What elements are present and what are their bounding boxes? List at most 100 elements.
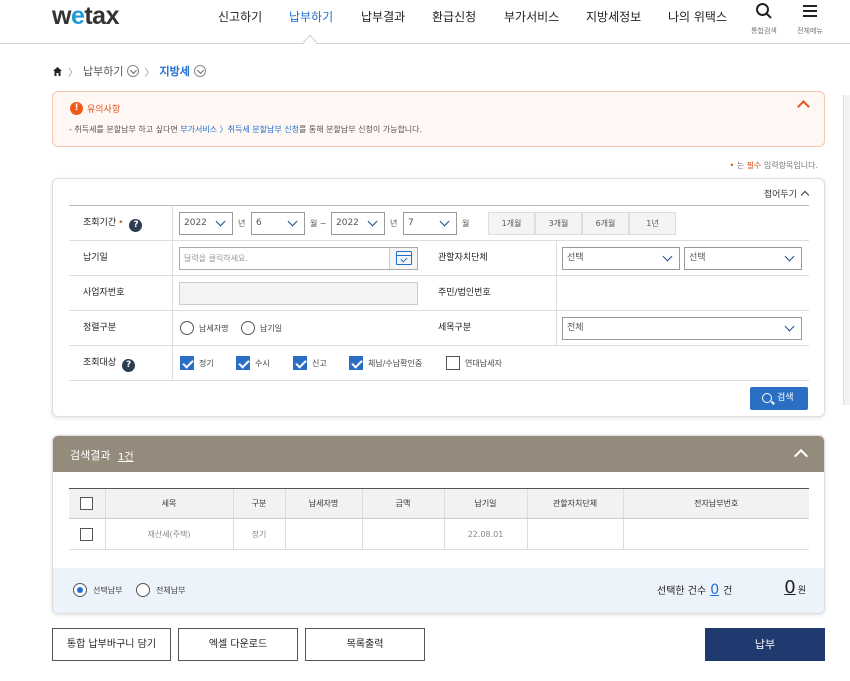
period-label-text: 조회기간 — [83, 218, 117, 228]
fold-toggle[interactable]: 접어두기 — [764, 187, 810, 200]
table-row[interactable]: 재산세(주택) 정기 22.08.01 — [69, 518, 809, 550]
selected-count-label: 선택한 건수 — [657, 586, 707, 597]
required-note: • 는 필수 입력항목입니다. — [729, 160, 818, 171]
target-regular-checkbox[interactable] — [180, 356, 194, 370]
target-joint-checkbox[interactable] — [446, 356, 460, 370]
breadcrumb-sep: 〉 — [68, 67, 78, 79]
chevron-down-icon[interactable] — [127, 65, 140, 77]
notice-msg-suffix: 를 통해 분할납부 신청이 가능합니다. — [298, 125, 423, 134]
cell-tax-item: 재산세(주택) — [104, 518, 233, 550]
target-filing-checkbox[interactable] — [293, 356, 307, 370]
target-filing-label: 신고 — [312, 359, 327, 368]
help-icon[interactable]: ? — [129, 219, 143, 232]
period-label: 조회기간 •? — [69, 206, 143, 240]
selected-amount: 0원 — [784, 577, 806, 598]
to-year-select[interactable]: 2022 — [331, 212, 385, 235]
nav-local-tax-info[interactable]: 지방세정보 — [586, 8, 641, 25]
col-epay-no: 전자납부번호 — [622, 488, 809, 519]
col-type: 구분 — [232, 488, 285, 519]
row-checkbox[interactable] — [80, 527, 94, 541]
search-button-label: 검색 — [777, 393, 794, 403]
add-to-cart-button[interactable]: 통합 납부바구니 담기 — [52, 628, 171, 661]
pay-button[interactable]: 납부 — [705, 628, 825, 661]
due-label: 납기일 — [69, 241, 108, 275]
chevron-up-icon[interactable] — [793, 448, 809, 464]
period-1y-button[interactable]: 1년 — [629, 212, 676, 235]
breadcrumb-sep: 〉 — [144, 67, 155, 79]
chevron-down-icon — [367, 216, 378, 227]
cell-due-date: 22.08.01 — [443, 518, 527, 550]
chevron-down-icon — [784, 251, 795, 262]
nav-payment[interactable]: 납부하기 — [289, 8, 333, 25]
authority-select-2[interactable]: 선택 — [684, 247, 802, 270]
period-1m-button[interactable]: 1개월 — [488, 212, 535, 235]
nav-payment-result[interactable]: 납부결과 — [361, 8, 405, 25]
results-table: 세목 구분 납세자명 금액 납기일 관할자치단체 전자납부번호 재산세(주택) … — [69, 488, 809, 550]
nav-refund[interactable]: 환급신청 — [432, 8, 476, 25]
chevron-down-icon — [215, 216, 226, 227]
side-panel-edge[interactable] — [843, 95, 850, 405]
results-panel: 검색결과 1건 세목 구분 납세자명 금액 납기일 관할자치단체 전자납부번호 … — [52, 435, 825, 614]
target-arrears-checkbox[interactable] — [349, 356, 363, 370]
wetax-logo[interactable]: wetax — [52, 2, 119, 31]
notice-link[interactable]: 부가서비스 〉취득세 분할납부 신청 — [180, 125, 299, 134]
from-month-select[interactable]: 6 — [251, 212, 305, 235]
results-footer: 선택납부 전체납부 선택한 건수 0 건 0원 — [53, 568, 824, 613]
sort-due-radio[interactable] — [241, 321, 255, 335]
table-header-row: 세목 구분 납세자명 금액 납기일 관할자치단체 전자납부번호 — [69, 488, 809, 519]
to-year-value: 2022 — [336, 218, 359, 228]
nav-additional-services[interactable]: 부가서비스 — [504, 8, 559, 25]
authority-select-1[interactable]: 선택 — [562, 247, 680, 270]
unit-year: 년 — [238, 219, 246, 228]
select-all-checkbox[interactable] — [80, 497, 94, 510]
logo-rest: tax — [84, 2, 119, 30]
chevron-up-icon[interactable] — [797, 100, 810, 113]
calendar-button[interactable] — [389, 248, 417, 269]
search-icon — [762, 393, 772, 403]
bizno-label: 사업자번호 — [69, 276, 125, 310]
nav-my-wetax[interactable]: 나의 위택스 — [668, 8, 727, 25]
integrated-search-button[interactable]: 통합검색 — [744, 2, 784, 36]
unit-month: 월 — [462, 219, 470, 228]
calendar-icon — [396, 251, 412, 265]
nav-file-return[interactable]: 신고하기 — [218, 8, 262, 25]
print-list-button[interactable]: 목록출력 — [305, 628, 425, 661]
sort-taxpayer-radio[interactable] — [180, 321, 194, 335]
target-arrears-label: 체납/수납확인중 — [368, 359, 423, 368]
pay-all-label: 전체납부 — [156, 586, 186, 595]
cell-amount — [361, 518, 444, 550]
col-tax-item: 세목 — [104, 488, 233, 519]
from-year-value: 2022 — [184, 218, 207, 228]
breadcrumb-item-local-tax[interactable]: 지방세 — [159, 63, 189, 79]
to-month-select[interactable]: 7 — [403, 212, 457, 235]
breadcrumb-item-payment[interactable]: 납부하기 — [83, 63, 123, 79]
selected-count: 선택한 건수 0 건 — [657, 582, 732, 598]
bizno-input[interactable] — [179, 282, 418, 305]
target-occasional-checkbox[interactable] — [236, 356, 250, 370]
search-button[interactable]: 검색 — [750, 387, 808, 410]
results-count: 1건 — [118, 452, 134, 463]
chevron-down-icon[interactable] — [193, 65, 206, 77]
results-header: 검색결과 1건 — [53, 436, 824, 472]
authority-select-2-value: 선택 — [689, 253, 706, 263]
period-6m-button[interactable]: 6개월 — [582, 212, 629, 235]
col-amount: 금액 — [361, 488, 444, 519]
all-menu-button[interactable]: 전체메뉴 — [790, 2, 830, 36]
home-icon[interactable] — [52, 66, 63, 77]
pay-selected-radio[interactable] — [73, 583, 87, 597]
period-3m-button[interactable]: 3개월 — [535, 212, 582, 235]
due-date-input[interactable]: 달력을 클릭하세요. — [179, 247, 418, 270]
logo-e: e — [70, 2, 85, 30]
taxitem-value: 전체 — [567, 323, 584, 333]
sort-row: 정렬구분 납세자명 납기일 세목구분 전체 — [69, 311, 809, 346]
pay-all-radio[interactable] — [136, 583, 150, 597]
breadcrumb: 〉 납부하기 〉 지방세 — [52, 63, 206, 79]
taxitem-select[interactable]: 전체 — [562, 317, 802, 340]
from-year-select[interactable]: 2022 — [179, 212, 233, 235]
selected-amount-value: 0 — [784, 577, 796, 598]
required-note-hl: 필수 — [746, 161, 762, 170]
col-authority: 관할자치단체 — [526, 488, 623, 519]
excel-download-button[interactable]: 엑셀 다운로드 — [178, 628, 298, 661]
help-icon[interactable]: ? — [122, 359, 136, 372]
col-taxpayer: 납세자명 — [284, 488, 362, 519]
